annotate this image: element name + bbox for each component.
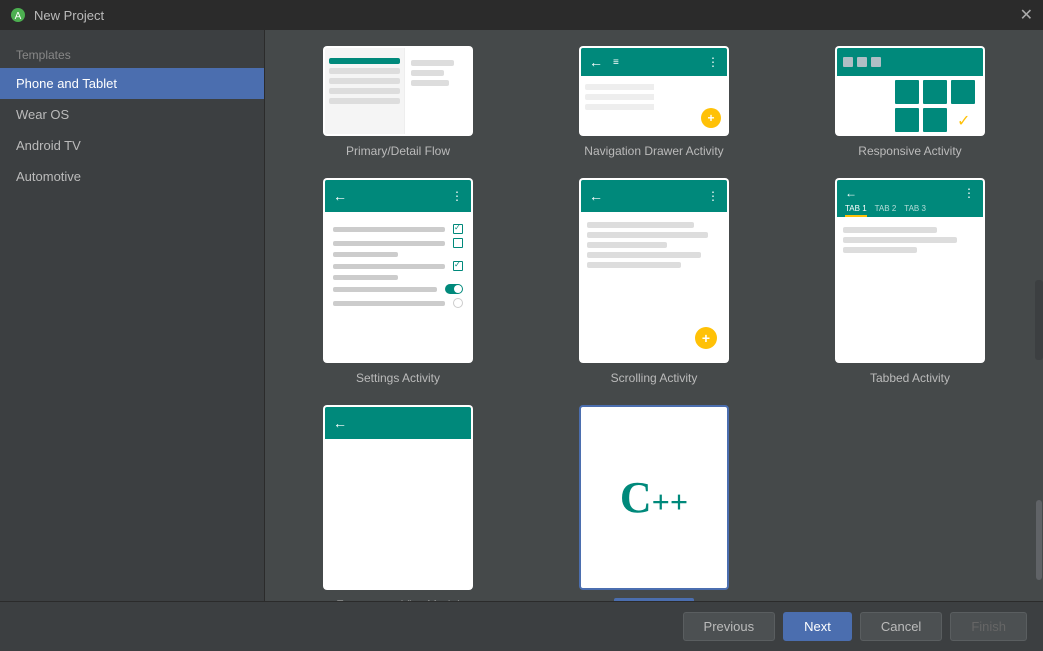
next-button[interactable]: Next — [783, 612, 852, 641]
footer: Previous Next Cancel Finish — [0, 601, 1043, 651]
template-nav-drawer[interactable]: ← ≡ ⋮ + Navigation Drawer Activity — [541, 46, 767, 158]
sidebar: Templates Phone and Tablet Wear OS Andro… — [0, 30, 265, 601]
empty-cell — [797, 405, 1023, 601]
template-settings[interactable]: ← ⋮ — [285, 178, 511, 385]
main-content: Templates Phone and Tablet Wear OS Andro… — [0, 30, 1043, 601]
template-scrolling-label: Scrolling Activity — [611, 371, 698, 385]
checkbox-icon — [453, 261, 463, 271]
new-project-window: A New Project ✕ Templates Phone and Tabl… — [0, 0, 1043, 651]
responsive-chart: ✓ — [895, 80, 975, 135]
back-arrow-icon: ← — [333, 415, 347, 431]
svg-text:A: A — [15, 11, 22, 22]
template-native-cpp[interactable]: C++ Native C++ — [541, 405, 767, 601]
sidebar-item-android-tv[interactable]: Android TV — [0, 130, 264, 161]
template-primary-detail-label: Primary/Detail Flow — [346, 144, 450, 158]
menu-dots-icon: ⋮ — [707, 189, 719, 203]
app-icon: A — [10, 7, 26, 23]
previous-button[interactable]: Previous — [683, 612, 776, 641]
menu-dots-icon: ⋮ — [451, 189, 463, 203]
cancel-button[interactable]: Cancel — [860, 612, 942, 641]
sidebar-item-automotive[interactable]: Automotive — [0, 161, 264, 192]
fab-icon: + — [695, 327, 717, 349]
back-arrow-icon: ← — [589, 54, 603, 70]
template-tabbed[interactable]: ← ⋮ TAB 1 TAB 2 TAB 3 — [797, 178, 1023, 385]
template-nav-drawer-label: Navigation Drawer Activity — [584, 144, 723, 158]
template-tabbed-label: Tabbed Activity — [870, 371, 950, 385]
cpp-logo: C++ — [620, 472, 688, 523]
sidebar-item-wear-os[interactable]: Wear OS — [0, 99, 264, 130]
checkbox-icon — [453, 224, 463, 234]
template-scrolling[interactable]: ← ⋮ + Scrolling Activity — [541, 178, 767, 385]
close-button[interactable]: ✕ — [1020, 5, 1033, 25]
fab-button: + — [701, 108, 721, 128]
window-title: New Project — [34, 8, 104, 23]
template-responsive-label: Responsive Activity — [858, 144, 961, 158]
menu-dots-icon: ⋮ — [707, 55, 719, 69]
radio-icon — [453, 298, 463, 308]
templates-area: Primary/Detail Flow ← ≡ ⋮ — [265, 30, 1043, 601]
template-settings-label: Settings Activity — [356, 371, 440, 385]
template-fragment-viewmodel[interactable]: ← Fragment + ViewModel — [285, 405, 511, 601]
back-arrow-icon: ← — [589, 188, 603, 204]
titlebar: A New Project ✕ — [0, 0, 1043, 30]
sidebar-item-phone-tablet[interactable]: Phone and Tablet — [0, 68, 264, 99]
toggle-icon — [445, 284, 463, 294]
sidebar-section-label: Templates — [0, 40, 264, 68]
template-responsive[interactable]: ✓ Responsive Activity — [797, 46, 1023, 158]
templates-grid: Primary/Detail Flow ← ≡ ⋮ — [265, 30, 1043, 601]
finish-button[interactable]: Finish — [950, 612, 1027, 641]
template-primary-detail[interactable]: Primary/Detail Flow — [285, 46, 511, 158]
checkbox-icon — [453, 238, 463, 248]
svg-text:✓: ✓ — [957, 113, 970, 130]
back-arrow-icon: ← — [333, 188, 347, 204]
